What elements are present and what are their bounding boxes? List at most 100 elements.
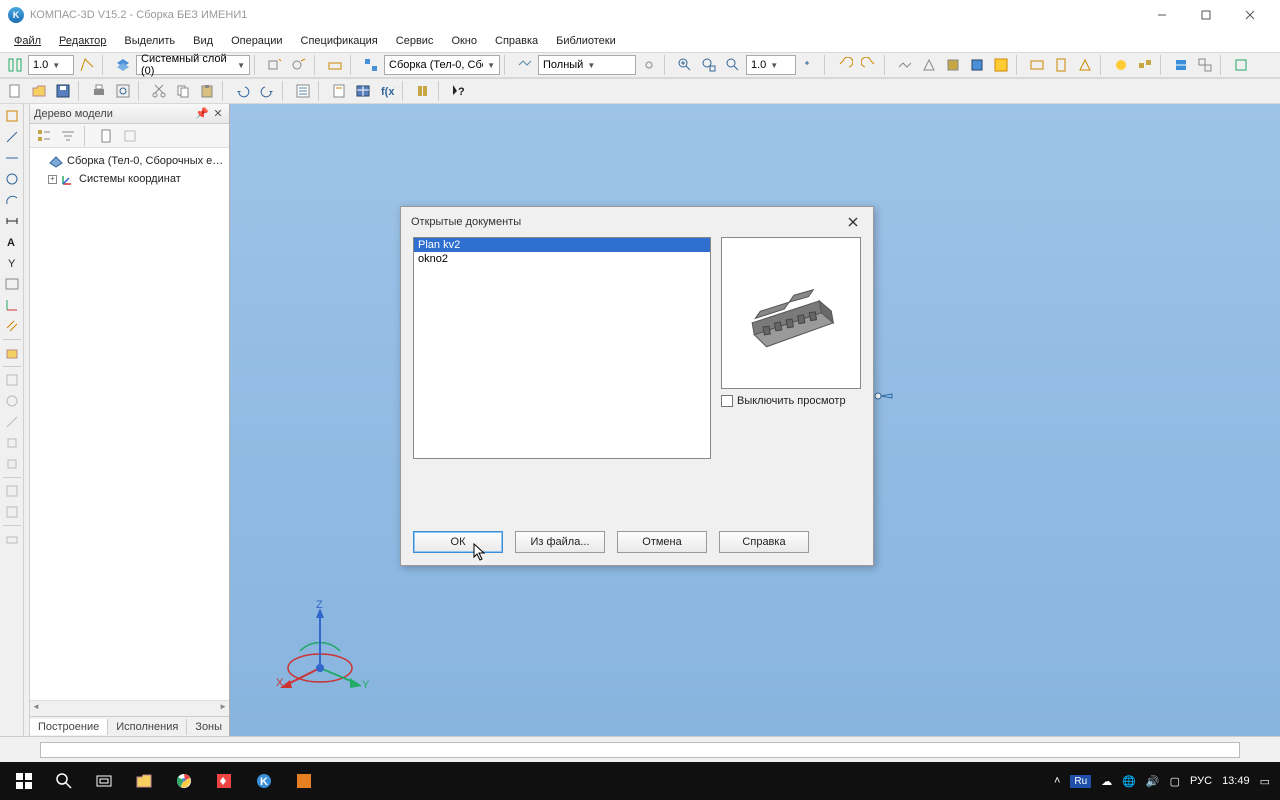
open-icon[interactable] [28, 80, 50, 102]
vt-op1-icon[interactable] [2, 343, 22, 363]
tool-b-icon[interactable] [288, 54, 310, 76]
tray-chevron-icon[interactable]: ˄ [1054, 775, 1060, 787]
fx-icon[interactable]: f(x) [376, 80, 398, 102]
vt-axis-icon[interactable] [2, 295, 22, 315]
cut-icon[interactable] [148, 80, 170, 102]
list-item[interactable]: Plan kv2 [414, 238, 710, 252]
menu-window[interactable]: Окно [443, 33, 485, 49]
command-input[interactable] [40, 742, 1240, 758]
view-a-icon[interactable] [1026, 54, 1048, 76]
render-icon[interactable] [990, 54, 1012, 76]
appearance-icon[interactable] [1110, 54, 1132, 76]
menu-help[interactable]: Справка [487, 33, 546, 49]
tree-doc-icon[interactable] [96, 126, 116, 146]
tree-tab-build[interactable]: Построение [30, 719, 108, 735]
properties-icon[interactable] [292, 80, 314, 102]
explode-icon[interactable] [1134, 54, 1156, 76]
app2-icon[interactable] [284, 762, 324, 800]
library-icon[interactable] [412, 80, 434, 102]
tree-expand-icon[interactable] [120, 126, 140, 146]
vt-circle-icon[interactable] [2, 169, 22, 189]
scale-combo[interactable]: 1.0▼ [28, 55, 74, 75]
menu-select[interactable]: Выделить [116, 33, 183, 49]
tray-clock[interactable]: 13:49 [1222, 775, 1250, 787]
tool-a-icon[interactable] [264, 54, 286, 76]
layer-combo[interactable]: Системный слой (0)▼ [136, 55, 250, 75]
table-icon[interactable] [352, 80, 374, 102]
vt-edit-icon[interactable] [2, 106, 22, 126]
help-button[interactable]: Справка [719, 531, 809, 553]
tree-child-node[interactable]: + Системы координат [30, 170, 229, 188]
paste-icon[interactable] [196, 80, 218, 102]
vt-table-icon[interactable] [2, 274, 22, 294]
menu-file[interactable]: Файл [6, 33, 49, 49]
rebuild-icon[interactable] [1230, 54, 1252, 76]
list-item[interactable]: okno2 [414, 252, 710, 266]
vt-dim-icon[interactable] [2, 211, 22, 231]
vt-line-icon[interactable] [2, 148, 22, 168]
tree-filter-icon[interactable] [58, 126, 78, 146]
zoom-in-icon[interactable] [674, 54, 696, 76]
simplify-icon[interactable] [1194, 54, 1216, 76]
print-icon[interactable] [88, 80, 110, 102]
ortho-icon[interactable] [76, 54, 98, 76]
detail-opt-icon[interactable] [638, 54, 660, 76]
redo-icon[interactable] [858, 54, 880, 76]
detail-icon[interactable] [514, 54, 536, 76]
menu-operations[interactable]: Операции [223, 33, 290, 49]
undo-icon[interactable] [834, 54, 856, 76]
tree-pin-icon[interactable]: 📌 [195, 107, 209, 121]
ok-button[interactable]: ОК [413, 531, 503, 553]
tree-hscroll[interactable] [30, 700, 229, 716]
tray-notifications-icon[interactable]: ▭ [1260, 775, 1270, 788]
zoom-window-icon[interactable] [698, 54, 720, 76]
preview-icon[interactable] [112, 80, 134, 102]
section-icon[interactable] [1170, 54, 1192, 76]
tray-lang-short[interactable]: Ru [1070, 775, 1091, 788]
redo2-icon[interactable] [256, 80, 278, 102]
tray-battery-icon[interactable]: ▢ [1170, 775, 1180, 788]
doc-listbox[interactable]: Plan kv2 okno2 [413, 237, 711, 459]
taskview-icon[interactable] [84, 762, 124, 800]
tree-tab-exec[interactable]: Исполнения [108, 719, 187, 735]
disable-preview-checkbox[interactable]: Выключить просмотр [721, 395, 861, 407]
app1-icon[interactable] [204, 762, 244, 800]
search-icon[interactable] [44, 762, 84, 800]
view-b-icon[interactable] [1050, 54, 1072, 76]
layers-icon[interactable] [112, 54, 134, 76]
close-button[interactable] [1228, 0, 1272, 30]
tree-close-icon[interactable]: ✕ [211, 107, 225, 121]
tray-sound-icon[interactable]: 🔊 [1146, 775, 1160, 788]
maximize-button[interactable] [1184, 0, 1228, 30]
tree-tab-zones[interactable]: Зоны [187, 719, 231, 735]
vt-y-icon[interactable]: Y [2, 253, 22, 273]
menu-libs[interactable]: Библиотеки [548, 33, 624, 49]
detail-combo[interactable]: Полный▼ [538, 55, 636, 75]
tray-network-icon[interactable]: 🌐 [1122, 775, 1136, 788]
menu-spec[interactable]: Спецификация [293, 33, 386, 49]
zoom-combo[interactable]: 1.0▼ [746, 55, 796, 75]
snap-icon[interactable] [4, 54, 26, 76]
menu-view[interactable]: Вид [185, 33, 221, 49]
vt-arc-icon[interactable] [2, 190, 22, 210]
vt-text-icon[interactable]: A [2, 232, 22, 252]
tool-c-icon[interactable] [324, 54, 346, 76]
cancel-button[interactable]: Отмена [617, 531, 707, 553]
dialog-close-button[interactable] [843, 212, 863, 232]
tree-root-node[interactable]: Сборка (Тел-0, Сборочных е… [30, 152, 229, 170]
menu-edit[interactable]: Редактор [51, 33, 114, 49]
explorer-icon[interactable] [124, 762, 164, 800]
hidden-icon[interactable] [918, 54, 940, 76]
shaded-icon[interactable] [942, 54, 964, 76]
zoom-step-icon[interactable] [798, 54, 820, 76]
tree-mode-icon[interactable] [34, 126, 54, 146]
shaded-edges-icon[interactable] [966, 54, 988, 76]
chrome-icon[interactable] [164, 762, 204, 800]
from-file-button[interactable]: Из файла... [515, 531, 605, 553]
body-combo[interactable]: Сборка (Тел-0, Сборочных единиц-0, Детал… [384, 55, 500, 75]
zoom-fit-icon[interactable] [722, 54, 744, 76]
kompas-task-icon[interactable]: K [244, 762, 284, 800]
menu-service[interactable]: Сервис [388, 33, 442, 49]
minimize-button[interactable] [1140, 0, 1184, 30]
view-c-icon[interactable] [1074, 54, 1096, 76]
